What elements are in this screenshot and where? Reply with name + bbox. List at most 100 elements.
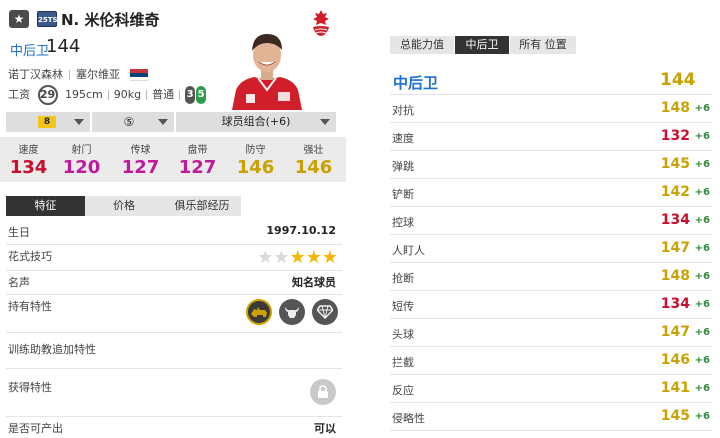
nottingham-forest-crest-icon xyxy=(311,9,331,37)
attribute-name: 侵略性 xyxy=(392,412,425,425)
attribute-value: 148 xyxy=(660,268,690,284)
attribute-name: 头球 xyxy=(392,328,414,341)
attribute-name: 反应 xyxy=(392,384,414,397)
attribute-row: 头球 147 +6 xyxy=(390,319,712,347)
player-name: N. 米伦科维奇 xyxy=(61,11,160,29)
attribute-name: 人盯人 xyxy=(392,244,425,257)
player-portrait xyxy=(226,24,308,110)
attribute-bonus: +6 xyxy=(694,411,710,422)
attribute-value: 145 xyxy=(660,408,690,424)
serbia-flag-icon xyxy=(129,69,148,81)
info-row-birthday: 生日 1997.10.12 xyxy=(6,221,342,245)
attribute-name: 拦截 xyxy=(392,356,414,369)
attribute-value: 145 xyxy=(660,156,690,172)
attribute-name: 抢断 xyxy=(392,272,414,285)
tab-club-history[interactable]: 俱乐部经历 xyxy=(163,196,241,216)
season-badge: 25TS xyxy=(37,11,58,27)
height: 195cm xyxy=(65,88,103,101)
star-icon[interactable]: ★ xyxy=(9,10,29,28)
attribute-row: 拦截 146 +6 xyxy=(390,347,712,375)
bull-trait-icon[interactable] xyxy=(279,299,305,325)
wage-label: 工资 xyxy=(8,88,30,101)
summary-stats: 速度 134 射门 120 传球 127 盘带 127 防守 146 强壮 146 xyxy=(0,137,346,182)
attribute-value: 141 xyxy=(660,380,690,396)
tab-traits[interactable]: 特征 xyxy=(6,196,85,216)
wage-value: 29 xyxy=(37,85,58,105)
skill-stars: ★★★★★ xyxy=(257,247,338,268)
attribute-bonus: +6 xyxy=(694,299,710,310)
chevron-down-icon xyxy=(320,119,330,125)
attribute-bonus: +6 xyxy=(694,187,710,198)
player-position: 中后卫 xyxy=(10,44,50,59)
rhino-trait-icon[interactable] xyxy=(246,299,272,325)
tab-all-positions[interactable]: 所有 位置 xyxy=(510,36,576,54)
club-nation-line: 诺丁汉森林 塞尔维亚 xyxy=(8,66,148,82)
physical-line: 工资 29 195cm 90kg 普通 3 5 xyxy=(8,85,207,105)
enhance-dropdown[interactable]: ⑤ xyxy=(92,112,174,132)
attribute-row: 抢断 148 +6 xyxy=(390,263,712,291)
attribute-value: 142 xyxy=(660,184,690,200)
attribute-row: 速度 132 +6 xyxy=(390,123,712,151)
player-overall: 144 xyxy=(46,36,81,57)
stat-shooting: 射门 120 xyxy=(62,145,101,178)
attribute-row: 控球 134 +6 xyxy=(390,207,712,235)
info-row-acquired-traits: 获得特性 xyxy=(6,369,342,417)
selected-position: 中后卫 xyxy=(393,74,439,92)
team-color-label: 球员组合(+6) xyxy=(221,115,291,128)
attribute-row: 短传 134 +6 xyxy=(390,291,712,319)
attribute-row: 铲断 142 +6 xyxy=(390,179,712,207)
attribute-name: 铲断 xyxy=(392,188,414,201)
attribute-bonus: +6 xyxy=(694,327,710,338)
club-name: 诺丁汉森林 xyxy=(8,68,63,81)
attribute-value: 132 xyxy=(660,128,690,144)
position-overall: 144 xyxy=(660,70,696,90)
attribute-name: 速度 xyxy=(392,132,414,145)
attribute-row: 反应 141 +6 xyxy=(390,375,712,403)
strong-foot: 5 xyxy=(196,86,207,104)
attribute-bonus: +6 xyxy=(694,159,710,170)
attribute-bonus: +6 xyxy=(694,383,710,394)
attribute-name: 弹跳 xyxy=(392,160,414,173)
attribute-row: 人盯人 147 +6 xyxy=(390,235,712,263)
chevron-down-icon xyxy=(74,119,84,125)
enhance-value: ⑤ xyxy=(123,115,135,129)
stat-dribbling: 盘带 127 xyxy=(178,145,217,178)
attribute-value: 147 xyxy=(660,240,690,256)
diamond-trait-icon[interactable] xyxy=(312,299,338,325)
level-dropdown[interactable]: 8 xyxy=(6,112,90,132)
attribute-bonus: +6 xyxy=(694,103,710,114)
info-row-producible: 是否可产出 可以 xyxy=(8,422,336,435)
weight: 90kg xyxy=(113,88,142,101)
body-type: 普通 xyxy=(152,88,175,101)
attribute-value: 147 xyxy=(660,324,690,340)
weak-foot: 3 xyxy=(185,86,196,104)
attribute-name: 控球 xyxy=(392,216,414,229)
attribute-bonus: +6 xyxy=(694,215,710,226)
level-badge: 8 xyxy=(38,116,56,128)
lock-icon[interactable] xyxy=(310,379,336,405)
attribute-value: 148 xyxy=(660,100,690,116)
chevron-down-icon xyxy=(158,119,168,125)
attribute-bonus: +6 xyxy=(694,355,710,366)
team-color-dropdown[interactable]: 球员组合(+6) xyxy=(176,112,336,132)
tab-overall-stats[interactable]: 总能力值 xyxy=(390,36,454,54)
attribute-value: 146 xyxy=(660,352,690,368)
attribute-row: 对抗 148 +6 xyxy=(390,95,712,123)
attribute-value: 134 xyxy=(660,296,690,312)
attribute-row: 侵略性 145 +6 xyxy=(390,403,712,431)
attribute-value: 134 xyxy=(660,212,690,228)
attribute-name: 短传 xyxy=(392,300,414,313)
attribute-bonus: +6 xyxy=(694,243,710,254)
stat-pace: 速度 134 xyxy=(9,145,48,178)
info-row-skill: 花式技巧 ★★★★★ xyxy=(6,245,342,271)
info-row-traits: 持有特性 xyxy=(6,295,342,333)
attribute-row: 弹跳 145 +6 xyxy=(390,151,712,179)
stat-defending: 防守 146 xyxy=(236,145,275,178)
tab-price[interactable]: 价格 xyxy=(85,196,163,216)
nation-name: 塞尔维亚 xyxy=(76,68,120,81)
stat-passing: 传球 127 xyxy=(121,145,160,178)
attribute-bonus: +6 xyxy=(694,131,710,142)
attribute-bonus: +6 xyxy=(694,271,710,282)
info-row-reputation: 名声 知名球员 xyxy=(6,271,342,295)
tab-cb-position[interactable]: 中后卫 xyxy=(455,36,509,54)
